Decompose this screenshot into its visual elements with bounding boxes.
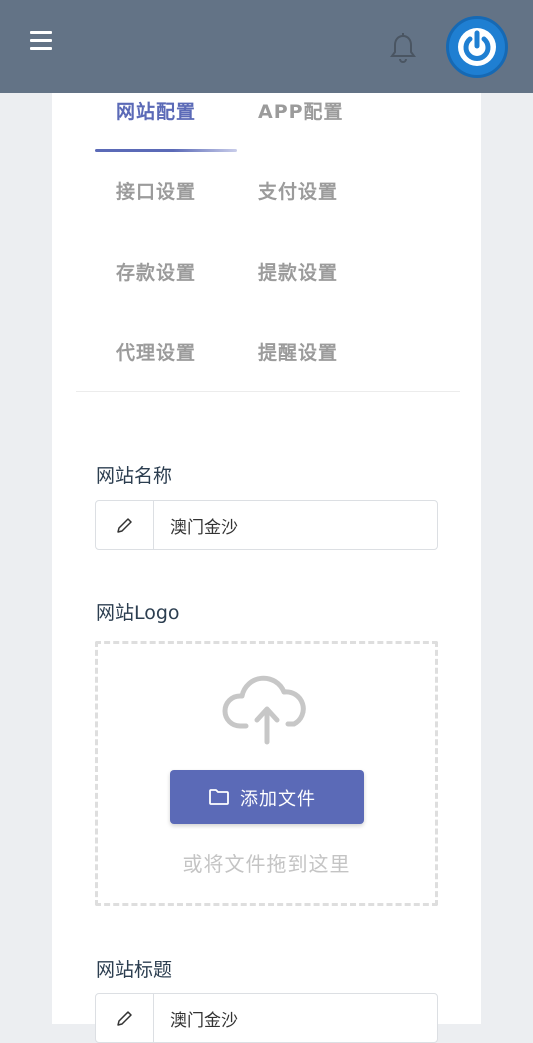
avatar[interactable] [446,16,508,78]
settings-card: 网站配置 APP配置 接口设置 支付设置 存款设置 提款设置 代理设置 提醒设置… [52,93,481,1043]
drop-hint-text: 或将文件拖到这里 [182,852,351,876]
active-tab-indicator [95,149,237,152]
add-file-button[interactable]: 添加文件 [170,770,364,824]
site-name-input[interactable] [154,501,437,549]
tab-withdraw-settings[interactable]: 提款设置 [258,258,338,285]
site-title-field [95,993,438,1043]
settings-tabs: 网站配置 APP配置 接口设置 支付设置 存款设置 提款设置 代理设置 提醒设置 [52,93,481,393]
site-title-input[interactable] [154,994,437,1042]
power-icon [458,28,496,66]
tab-site-config[interactable]: 网站配置 [116,97,196,124]
site-title-label: 网站标题 [96,959,173,981]
cloud-upload-icon [222,675,306,745]
add-file-label: 添加文件 [240,789,316,810]
pencil-icon [96,994,154,1042]
site-name-field [95,500,438,550]
bell-icon[interactable] [386,31,420,65]
site-logo-label: 网站Logo [96,602,180,624]
pencil-icon [96,501,154,549]
tab-api-settings[interactable]: 接口设置 [116,177,196,204]
top-navbar [0,0,533,93]
tab-reminder-settings[interactable]: 提醒设置 [258,338,338,365]
folder-icon [209,789,229,805]
logo-dropzone[interactable]: 添加文件 或将文件拖到这里 [95,641,438,906]
hamburger-menu-icon[interactable] [30,31,54,53]
tab-app-config[interactable]: APP配置 [258,97,344,124]
tab-deposit-settings[interactable]: 存款设置 [116,258,196,285]
site-name-label: 网站名称 [96,465,173,487]
tab-agent-settings[interactable]: 代理设置 [116,338,196,365]
tabs-divider [76,391,460,392]
tab-payment-settings[interactable]: 支付设置 [258,177,338,204]
